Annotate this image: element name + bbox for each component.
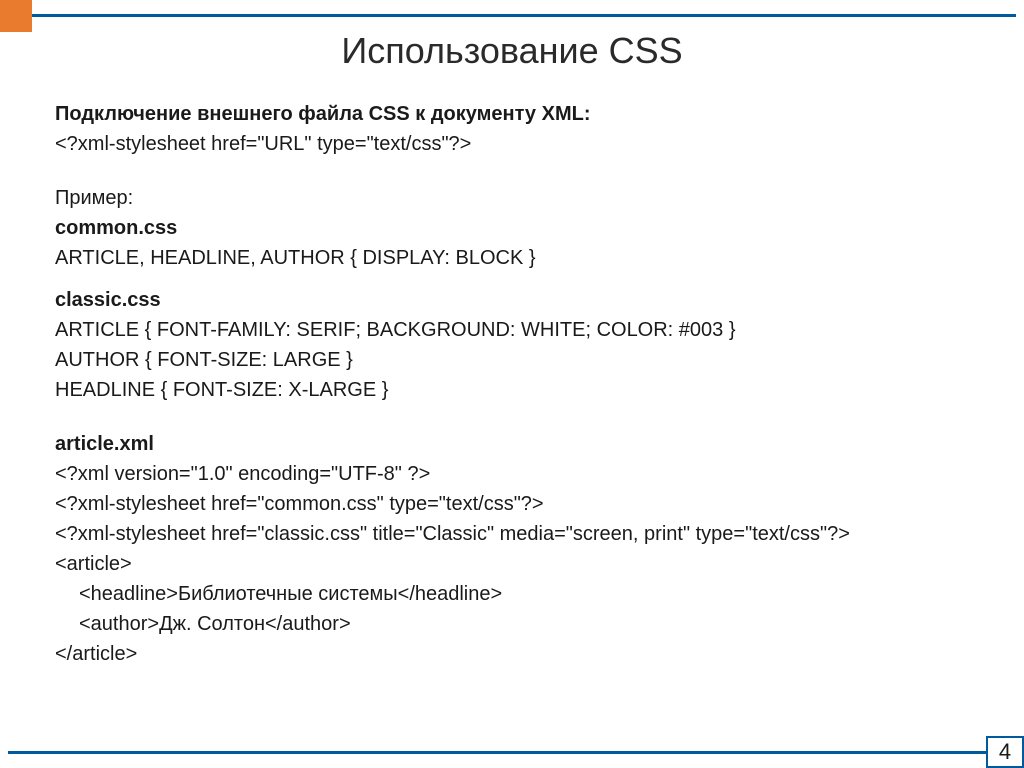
bottom-divider [8,751,1024,754]
article-xml-line-5: <headline>Библиотечные системы</headline… [55,580,974,608]
article-xml-line-4: <article> [55,550,974,578]
article-xml-filename: article.xml [55,430,974,458]
classic-css-rule-1: ARTICLE { FONT-FAMILY: SERIF; BACKGROUND… [55,316,974,344]
classic-css-rule-2: AUTHOR { FONT-SIZE: LARGE } [55,346,974,374]
article-xml-line-3: <?xml-stylesheet href="classic.css" titl… [55,520,974,548]
top-divider [0,14,1016,17]
slide-title: Использование CSS [0,30,1024,72]
article-xml-line-6: <author>Дж. Солтон</author> [55,610,974,638]
classic-css-rule-3: HEADLINE { FONT-SIZE: X-LARGE } [55,376,974,404]
common-css-filename: common.css [55,214,974,242]
page-number: 4 [986,736,1024,768]
article-xml-line-7: </article> [55,640,974,668]
section-heading: Подключение внешнего файла CSS к докумен… [55,100,974,128]
article-xml-line-1: <?xml version="1.0" encoding="UTF-8" ?> [55,460,974,488]
example-label: Пример: [55,184,974,212]
xml-pi-example: <?xml-stylesheet href="URL" type="text/c… [55,130,974,158]
common-css-rule: ARTICLE, HEADLINE, AUTHOR { DISPLAY: BLO… [55,244,974,272]
article-xml-line-2: <?xml-stylesheet href="common.css" type=… [55,490,974,518]
slide-content: Подключение внешнего файла CSS к докумен… [55,100,974,670]
corner-accent [0,0,32,32]
classic-css-filename: classic.css [55,286,974,314]
